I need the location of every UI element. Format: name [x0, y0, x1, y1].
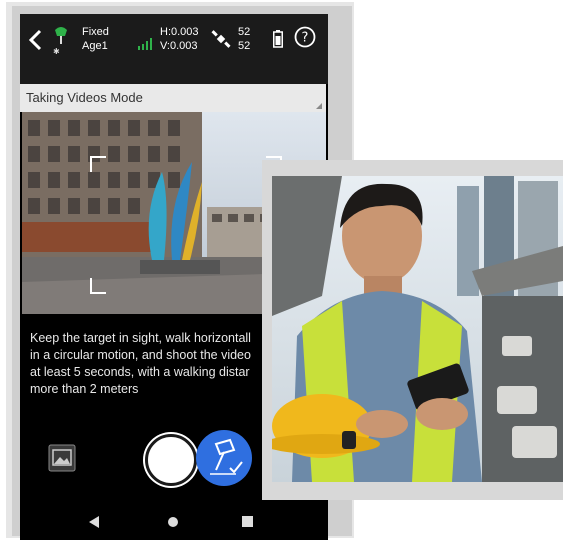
focus-bracket-top-left: [90, 156, 106, 172]
signal-bars-icon: [138, 38, 152, 50]
svg-text:✱: ✱: [53, 47, 60, 56]
nav-home-icon[interactable]: [168, 517, 178, 527]
h-precision: H:0.003: [160, 26, 199, 38]
age-value: Age1: [82, 40, 108, 52]
satellite-icon: [211, 30, 231, 48]
android-nav-bar: [20, 504, 328, 540]
surveyor-photo: [272, 176, 563, 482]
status-bar: ✱ Fixed Age1 H:0.003 V:0.003 52 52 ?: [20, 14, 328, 66]
shutter-button[interactable]: [145, 434, 197, 486]
v-precision: V:0.003: [160, 40, 198, 52]
nav-back-icon[interactable]: [88, 516, 100, 528]
svg-text:?: ?: [302, 31, 309, 46]
focus-bracket-bottom-left: [90, 278, 106, 294]
sats-tracked: 52: [238, 26, 251, 38]
help-icon[interactable]: ?: [294, 26, 316, 48]
gnss-receiver-icon: ✱: [53, 27, 67, 56]
sats-used: 52: [238, 40, 251, 52]
mode-dropdown-label: Taking Videos Mode: [26, 90, 143, 105]
chevron-left-icon[interactable]: [26, 28, 46, 52]
nav-recent-apps-icon[interactable]: [242, 516, 253, 527]
fix-status: Fixed Age1: [82, 25, 109, 53]
survey-mode-button[interactable]: [196, 430, 252, 486]
dropdown-indicator-icon: [316, 103, 322, 109]
satellite-count: 52 52: [238, 25, 250, 53]
survey-pole-icon: [210, 438, 243, 475]
fix-type: Fixed: [82, 26, 109, 38]
precision-readout: H:0.003 V:0.003: [160, 25, 199, 53]
gallery-icon[interactable]: [48, 444, 76, 472]
mode-bar-spacer: [20, 66, 328, 84]
mode-dropdown[interactable]: Taking Videos Mode: [20, 84, 326, 112]
battery-icon: [273, 30, 283, 48]
surveyor-photo-image: [272, 176, 563, 482]
